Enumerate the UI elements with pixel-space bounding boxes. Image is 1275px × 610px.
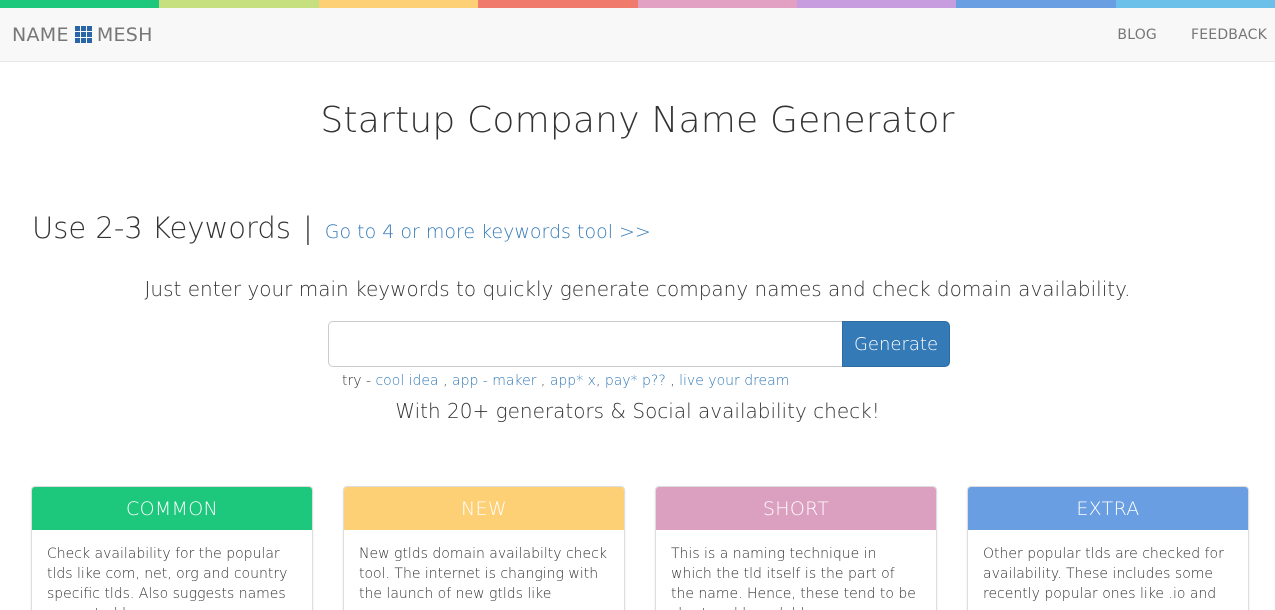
card-header: COMMON	[32, 487, 312, 530]
card-header: SHORT	[656, 487, 936, 530]
social-check-text: With 20+ generators & Social availabilit…	[395, 399, 880, 423]
grid-icon	[74, 26, 92, 43]
intro-text: Just enter your main keywords to quickly…	[144, 277, 1131, 301]
strip-segment	[318, 0, 479, 8]
try-example-link[interactable]: app* x	[550, 373, 596, 389]
navbar: NAME MESH BLOG FEEDBACK	[0, 8, 1275, 62]
keyword-input[interactable]	[328, 321, 842, 367]
card-header: NEW	[344, 487, 624, 530]
brand-logo[interactable]: NAME MESH	[12, 24, 153, 46]
card-common: COMMON Check availability for the popula…	[31, 486, 313, 610]
nav-link-blog[interactable]: BLOG	[1083, 27, 1157, 43]
page-title: Startup Company Name Generator	[320, 100, 955, 141]
keywords-heading-row: Use 2-3 Keywords | Go to 4 or more keywo…	[32, 211, 1275, 245]
generator-cards: COMMON Check availability for the popula…	[31, 486, 1275, 610]
brand-right-text: MESH	[96, 23, 153, 46]
try-example-link[interactable]: app - maker	[452, 373, 537, 389]
strip-segment	[956, 0, 1116, 8]
keywords-heading: Use 2-3 Keywords	[32, 211, 291, 245]
strip-segment	[159, 0, 319, 8]
card-extra: EXTRA Other popular tlds are checked for…	[967, 486, 1249, 610]
strip-segment	[1115, 0, 1275, 8]
card-short: SHORT This is a naming technique in whic…	[655, 486, 937, 610]
generate-button[interactable]: Generate	[842, 321, 950, 367]
strip-segment	[637, 0, 797, 8]
card-description: Other popular tlds are checked for avail…	[983, 546, 1224, 610]
card-description: This is a naming technique in which the …	[671, 546, 916, 610]
color-strip	[0, 0, 1275, 8]
card-description: New gtlds domain availabilty check tool.…	[359, 546, 607, 610]
strip-segment	[0, 0, 160, 8]
try-example-link[interactable]: pay* p??	[605, 373, 666, 389]
nav-links: BLOG FEEDBACK	[1083, 27, 1267, 43]
card-header: EXTRA	[968, 487, 1248, 530]
brand-left-text: NAME	[12, 23, 69, 46]
strip-segment	[796, 0, 957, 8]
try-prefix: try -	[342, 373, 376, 389]
nav-link-feedback[interactable]: FEEDBACK	[1157, 27, 1267, 43]
card-description: Check availability for the popular tlds …	[47, 546, 288, 610]
more-keywords-link[interactable]: Go to 4 or more keywords tool >>	[325, 221, 651, 243]
card-new: NEW New gtlds domain availabilty check t…	[343, 486, 625, 610]
strip-segment	[478, 0, 638, 8]
try-example-link[interactable]: cool idea	[375, 373, 438, 389]
try-example-link[interactable]: live your dream	[679, 373, 789, 389]
try-examples: try - cool idea , app - maker , app* x, …	[342, 373, 790, 389]
search-form: Generate	[3, 321, 1275, 367]
heading-separator: |	[302, 211, 313, 245]
